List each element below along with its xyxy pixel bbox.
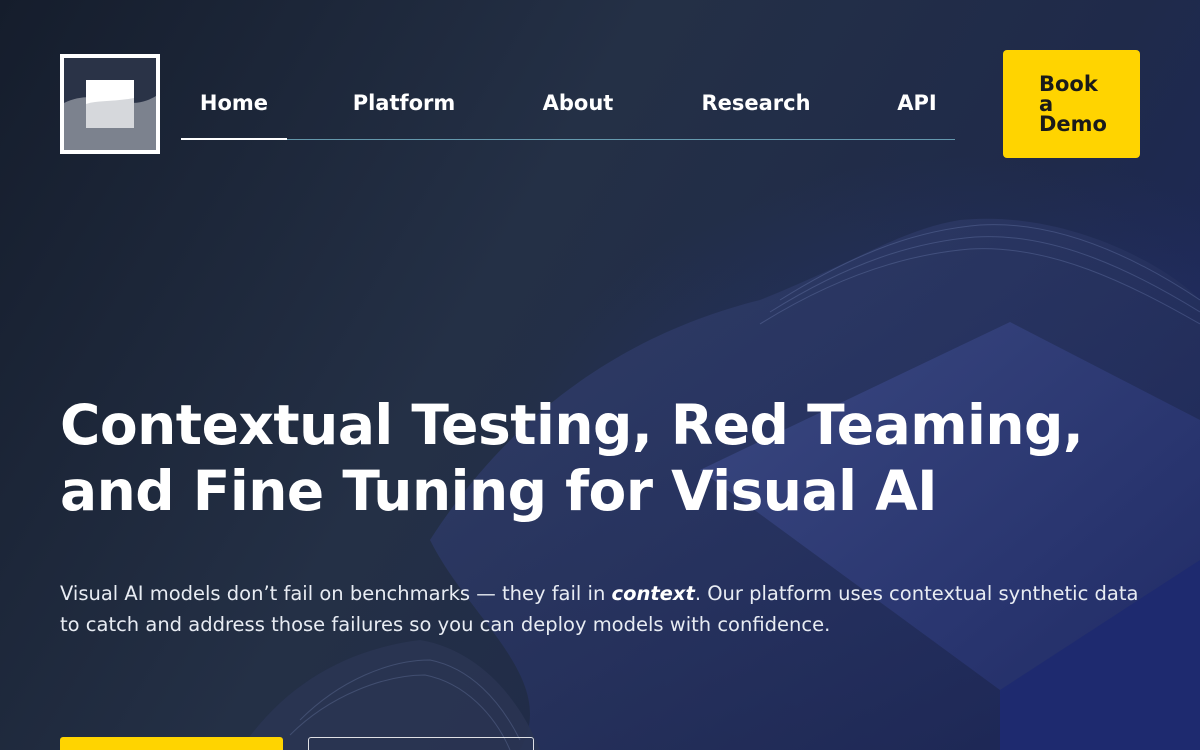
square-wave-logo-icon bbox=[64, 58, 156, 150]
hero-headline: Contextual Testing, Red Teaming, and Fin… bbox=[60, 393, 1084, 523]
nav-api[interactable]: API bbox=[887, 78, 947, 139]
logo[interactable] bbox=[60, 54, 160, 154]
hero-subtext: Visual AI models don’t fail on benchmark… bbox=[60, 578, 1160, 640]
book-demo-button[interactable]: Book a Demo bbox=[1003, 50, 1140, 158]
hero-secondary-button[interactable] bbox=[308, 737, 534, 750]
hero-primary-button[interactable] bbox=[60, 737, 283, 750]
hero-subtext-before: Visual AI models don’t fail on benchmark… bbox=[60, 582, 612, 605]
nav-research[interactable]: Research bbox=[691, 78, 821, 139]
main-nav: Home Platform About Research API bbox=[181, 78, 955, 140]
nav-about[interactable]: About bbox=[531, 78, 625, 139]
hero-subtext-emphasis: context bbox=[611, 582, 695, 605]
nav-platform[interactable]: Platform bbox=[341, 78, 467, 139]
nav-home[interactable]: Home bbox=[181, 78, 287, 140]
